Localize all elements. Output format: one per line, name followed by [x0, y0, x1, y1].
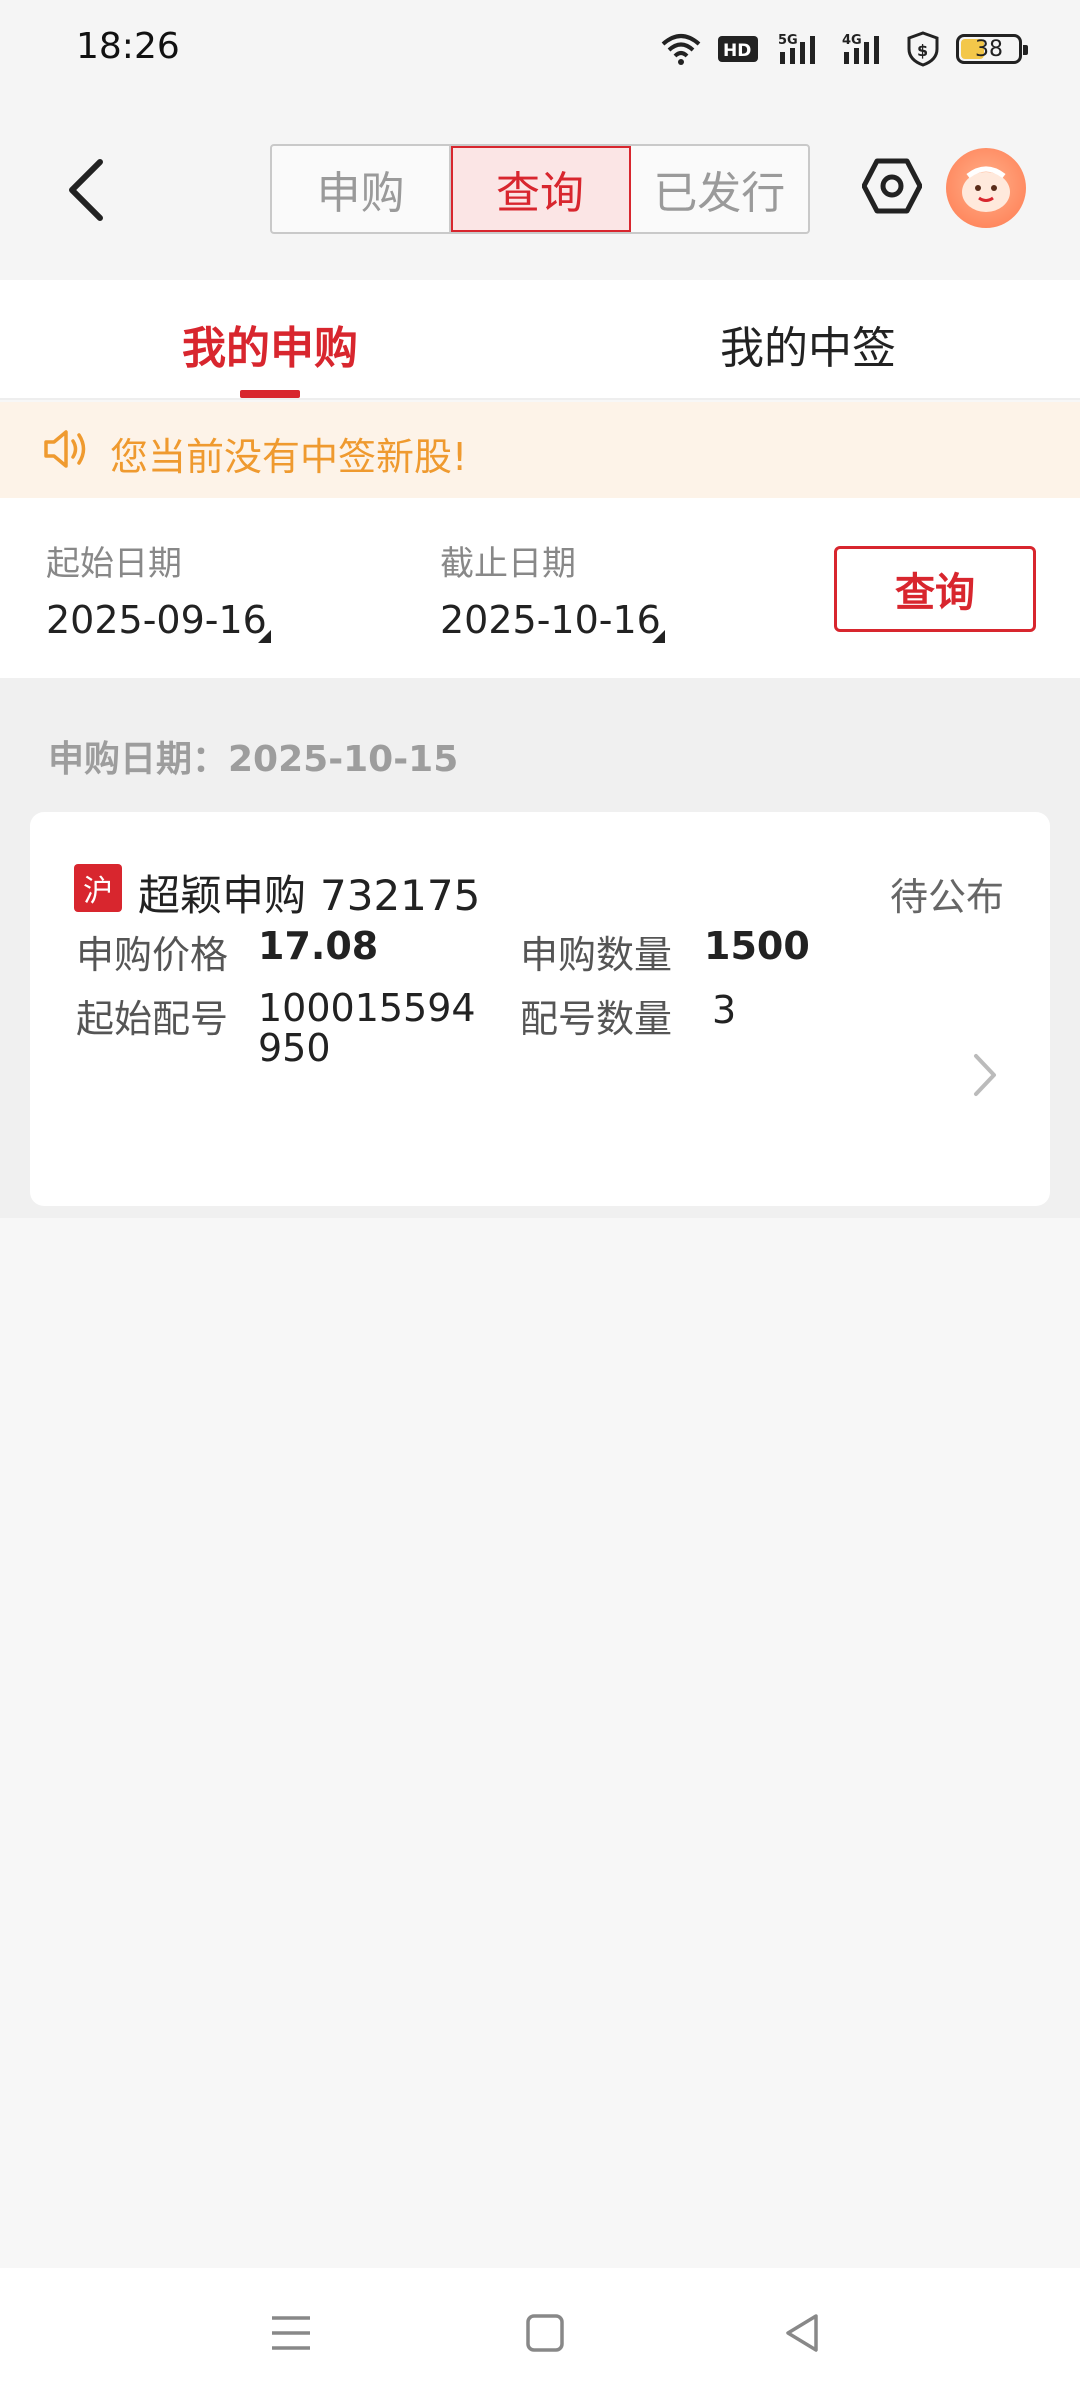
system-nav-bar	[0, 2268, 1080, 2400]
start-date-label: 起始日期	[46, 544, 182, 584]
svg-text:$: $	[917, 41, 928, 60]
avatar-icon[interactable]	[946, 148, 1026, 228]
market-badge: 沪	[74, 864, 122, 912]
nav-bar: 申购 查询 已发行	[0, 96, 1080, 280]
query-button[interactable]: 查询	[834, 546, 1036, 632]
stock-title: 超颖申购 732175	[138, 862, 480, 923]
segment-query[interactable]: 查询	[451, 146, 631, 232]
status-time: 18:26	[76, 26, 180, 67]
start-date-caret-icon[interactable]	[258, 630, 271, 643]
subtabs: 我的申购 我的中签	[0, 280, 1080, 400]
settings-hexagon-icon[interactable]	[861, 156, 923, 216]
back-triangle-icon[interactable]	[778, 2308, 828, 2358]
start-number-label: 起始配号	[76, 997, 229, 1041]
price-value: 17.08	[258, 924, 379, 968]
date-filter: 起始日期 2025-09-16 截止日期 2025-10-16 查询	[0, 498, 1080, 678]
status-icons: HD 5G 4G $ 38	[660, 26, 1028, 72]
wifi-icon	[660, 32, 702, 66]
end-date-picker[interactable]: 2025-10-16	[440, 598, 661, 642]
shield-dollar-icon: $	[906, 31, 940, 67]
home-icon[interactable]	[520, 2308, 570, 2358]
quantity-label: 申购数量	[520, 933, 673, 977]
status-bar: 18:26 HD 5G 4G $ 38	[0, 0, 1080, 96]
records-section: 申购日期：2025-10-15 沪 超颖申购 732175 待公布 申购价格 17…	[0, 678, 1080, 1218]
notice-banner: 您当前没有中签新股!	[0, 402, 1080, 498]
tab-my-subscriptions[interactable]: 我的申购	[182, 312, 358, 376]
hd-icon: HD	[718, 34, 762, 64]
quantity-value: 1500	[704, 924, 810, 968]
stock-code: 732175	[320, 871, 481, 920]
stock-name: 超颖申购	[138, 871, 307, 920]
speaker-icon	[42, 424, 90, 474]
signal-4g-icon: 4G	[842, 32, 890, 66]
subscription-card[interactable]: 沪 超颖申购 732175 待公布 申购价格 17.08 申购数量 1500 起始…	[30, 812, 1050, 1206]
menu-icon[interactable]	[266, 2308, 316, 2358]
end-date-label: 截止日期	[440, 544, 576, 584]
chevron-right-icon[interactable]	[970, 1050, 1000, 1100]
end-date-caret-icon[interactable]	[652, 630, 665, 643]
signal-5g-icon: 5G	[778, 32, 826, 66]
hd-label: HD	[723, 41, 751, 61]
status-text: 待公布	[889, 875, 1004, 919]
page: 18:26 HD 5G 4G $ 38 申购 查询 已发行 我的申购 我的中签 …	[0, 0, 1080, 2400]
segment-subscribe[interactable]: 申购	[272, 146, 452, 232]
segment-control: 申购 查询 已发行	[270, 144, 810, 234]
notice-text: 您当前没有中签新股!	[110, 435, 468, 479]
segment-issued[interactable]: 已发行	[631, 146, 808, 232]
signal-1-label: 5G	[778, 33, 798, 48]
battery-level: 38	[975, 36, 1003, 62]
start-date-picker[interactable]: 2025-09-16	[46, 598, 267, 642]
price-label: 申购价格	[76, 933, 229, 977]
signal-2-label: 4G	[842, 33, 862, 48]
number-count-value: 3	[712, 988, 737, 1032]
back-icon[interactable]	[60, 152, 116, 228]
tab-indicator	[240, 390, 300, 398]
tab-my-winnings[interactable]: 我的中签	[720, 312, 896, 376]
start-number-value: 100015594950	[258, 986, 476, 1070]
number-count-label: 配号数量	[520, 997, 673, 1041]
subscription-date-header: 申购日期：2025-10-15	[48, 739, 459, 780]
battery-icon: 38	[956, 34, 1028, 64]
